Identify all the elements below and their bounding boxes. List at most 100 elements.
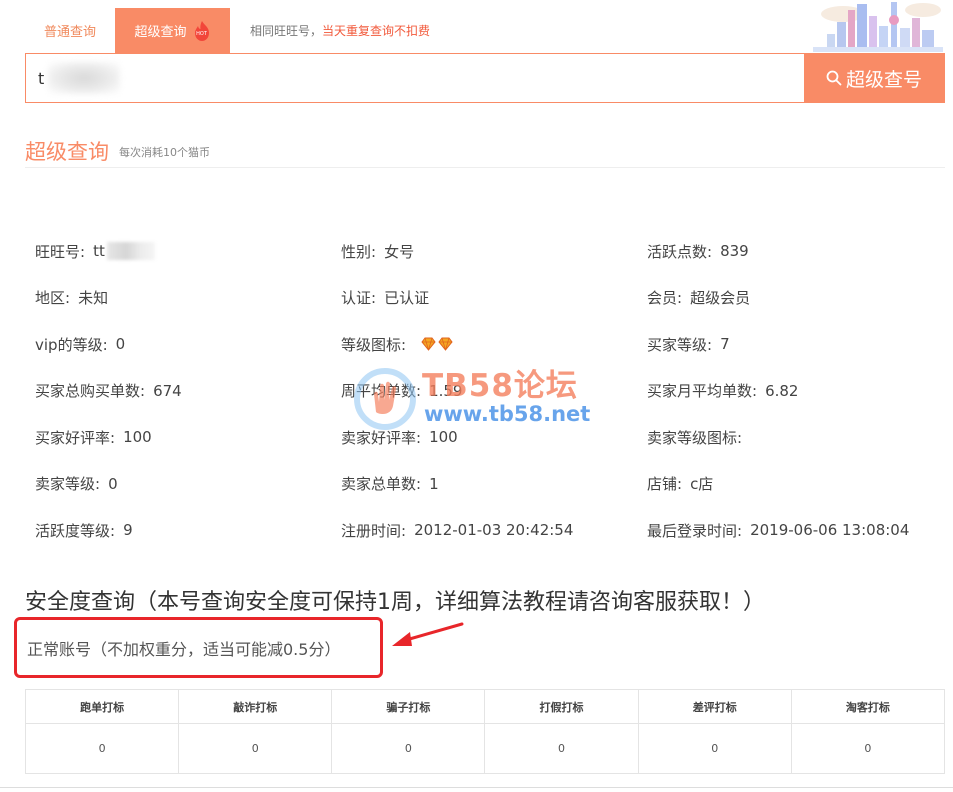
info-value: 100 xyxy=(123,428,152,447)
tab-normal-query[interactable]: 普通查询 xyxy=(25,8,115,53)
info-value: 已认证 xyxy=(384,289,430,308)
info-label: 活跃度等级: xyxy=(35,521,116,540)
flag-value-cell: 0 xyxy=(178,723,333,774)
info-value: 女号 xyxy=(384,242,415,261)
masked-value xyxy=(106,242,155,261)
info-item: 旺旺号: tt xyxy=(35,228,341,275)
info-label: 买家好评率: xyxy=(35,428,116,447)
info-label: 买家等级: xyxy=(647,335,713,354)
flag-value-cell: 0 xyxy=(24,723,180,774)
flag-header-cell: 打假打标 xyxy=(484,689,639,724)
info-item: 等级图标: xyxy=(341,321,647,368)
super-search-button-label: 超级查号 xyxy=(845,68,922,91)
info-value: 1 xyxy=(429,474,439,493)
info-value: 0 xyxy=(108,474,118,493)
info-label: 周平均单数: xyxy=(341,382,422,401)
flag-value-cell: 0 xyxy=(331,723,486,774)
info-item: 店铺: c店 xyxy=(647,461,935,508)
info-value: 9 xyxy=(123,521,133,540)
flag-table: 跑单打标 敲诈打标 骗子打标 打假打标 差评打标 淘客打标 000000 xyxy=(24,689,946,774)
flag-header-cell: 淘客打标 xyxy=(790,689,946,724)
info-item: vip的等级: 0 xyxy=(35,321,341,368)
hot-flame-icon: HOT xyxy=(193,20,211,42)
info-item: 卖家等级: 0 xyxy=(35,461,341,508)
search-bar: 超级查号 xyxy=(25,53,945,103)
info-item: 卖家等级图标: xyxy=(647,414,935,461)
info-value: 1.59 xyxy=(429,381,463,400)
section-title: 超级查询 xyxy=(25,139,109,164)
tab-super-query[interactable]: 超级查询 HOT xyxy=(115,8,230,53)
flag-header-cell: 敲诈打标 xyxy=(178,689,333,724)
account-status-text: 正常账号（不加权重分，适当可能减0.5分） xyxy=(27,639,341,659)
info-value: 0 xyxy=(115,335,126,354)
tab-note-prefix: 相同旺旺号， xyxy=(250,24,323,38)
info-value: 839 xyxy=(720,242,749,261)
info-label: 店铺: xyxy=(647,475,683,494)
flag-value-cell: 0 xyxy=(484,723,639,774)
info-value: 2019-06-06 13:08:04 xyxy=(750,521,910,540)
city-skyline-icon xyxy=(813,2,943,52)
info-item: 最后登录时间: 2019-06-06 13:08:04 xyxy=(647,507,935,554)
info-item: 注册时间: 2012-01-03 20:42:54 xyxy=(341,507,647,554)
masked-search-text xyxy=(48,62,120,94)
flag-header-cell: 骗子打标 xyxy=(331,689,486,724)
info-value: 2012-01-03 20:42:54 xyxy=(414,521,574,540)
info-label: 卖家好评率: xyxy=(341,428,422,447)
tab-note: 相同旺旺号， 当天重复查询不扣费 xyxy=(230,8,430,53)
super-search-button[interactable]: 超级查号 xyxy=(804,54,944,102)
section-header: 超级查询 每次消耗10个猫币 xyxy=(25,134,945,168)
info-label: 旺旺号: xyxy=(35,242,86,261)
info-label: 卖家等级图标: xyxy=(647,428,743,447)
info-label: 买家月平均单数: xyxy=(647,382,758,401)
info-label: 性别: xyxy=(341,242,377,261)
safety-title: 安全度查询（本号查询安全度可保持1周，详细算法教程请咨询客服获取！） xyxy=(25,590,765,615)
flag-header-cell: 差评打标 xyxy=(637,689,792,724)
info-item: 周平均单数: 1.59 xyxy=(341,368,647,415)
info-item: 买家总购买单数: 674 xyxy=(35,368,341,415)
flag-table-row: 000000 xyxy=(24,723,946,774)
info-item: 买家月平均单数: 6.82 xyxy=(647,368,935,415)
info-item: 买家好评率: 100 xyxy=(35,414,341,461)
info-value: 7 xyxy=(720,335,730,354)
info-label: 等级图标: xyxy=(341,335,407,354)
bottom-divider xyxy=(0,787,953,788)
diamond-icon xyxy=(421,337,453,352)
info-label: 会员: xyxy=(647,289,683,308)
info-label: 注册时间: xyxy=(341,521,407,540)
info-value: 100 xyxy=(429,428,458,447)
info-item: 性别: 女号 xyxy=(341,228,647,275)
account-info-grid: 旺旺号: tt 性别: 女号 活跃点数: 839 地区: 未知 认证: 已认证 会员: 超级会员 vip… xyxy=(35,228,935,554)
search-input[interactable] xyxy=(26,54,804,102)
info-item: 卖家好评率: 100 xyxy=(341,414,647,461)
info-value: 未知 xyxy=(78,289,109,308)
info-value: tt xyxy=(93,242,105,261)
query-tabs: 普通查询 超级查询 HOT 相同旺旺号， 当天重复查询不扣费 xyxy=(25,8,430,53)
tab-super-query-label: 超级查询 xyxy=(134,25,187,40)
tab-normal-query-label: 普通查询 xyxy=(43,25,96,40)
info-label: 认证: xyxy=(341,289,377,308)
info-label: 活跃点数: xyxy=(647,242,713,261)
info-value: c店 xyxy=(690,475,714,494)
info-item: 买家等级: 7 xyxy=(647,321,935,368)
info-label: 卖家总单数: xyxy=(341,475,422,494)
info-label: 最后登录时间: xyxy=(647,521,743,540)
info-item: 活跃点数: 839 xyxy=(647,228,935,275)
info-item: 认证: 已认证 xyxy=(341,275,647,322)
tab-note-highlight: 当天重复查询不扣费 xyxy=(322,24,431,38)
info-value: 674 xyxy=(153,381,182,400)
section-subtitle: 每次消耗10个猫币 xyxy=(119,145,210,159)
red-arrow-icon xyxy=(392,622,464,646)
info-value: 超级会员 xyxy=(690,289,751,308)
flag-value-cell: 0 xyxy=(637,723,792,774)
info-item: 地区: 未知 xyxy=(35,275,341,322)
account-status-box: 正常账号（不加权重分，适当可能减0.5分） xyxy=(14,617,383,678)
info-item: 卖家总单数: 1 xyxy=(341,461,647,508)
info-value: 6.82 xyxy=(765,381,799,400)
hot-badge-text: HOT xyxy=(196,30,207,37)
info-label: 买家总购买单数: xyxy=(35,382,146,401)
flag-table-header-row: 跑单打标 敲诈打标 骗子打标 打假打标 差评打标 淘客打标 xyxy=(24,689,946,724)
search-icon xyxy=(826,70,842,86)
info-label: 地区: xyxy=(35,289,71,308)
flag-header-cell: 跑单打标 xyxy=(24,689,180,724)
info-item: 活跃度等级: 9 xyxy=(35,507,341,554)
